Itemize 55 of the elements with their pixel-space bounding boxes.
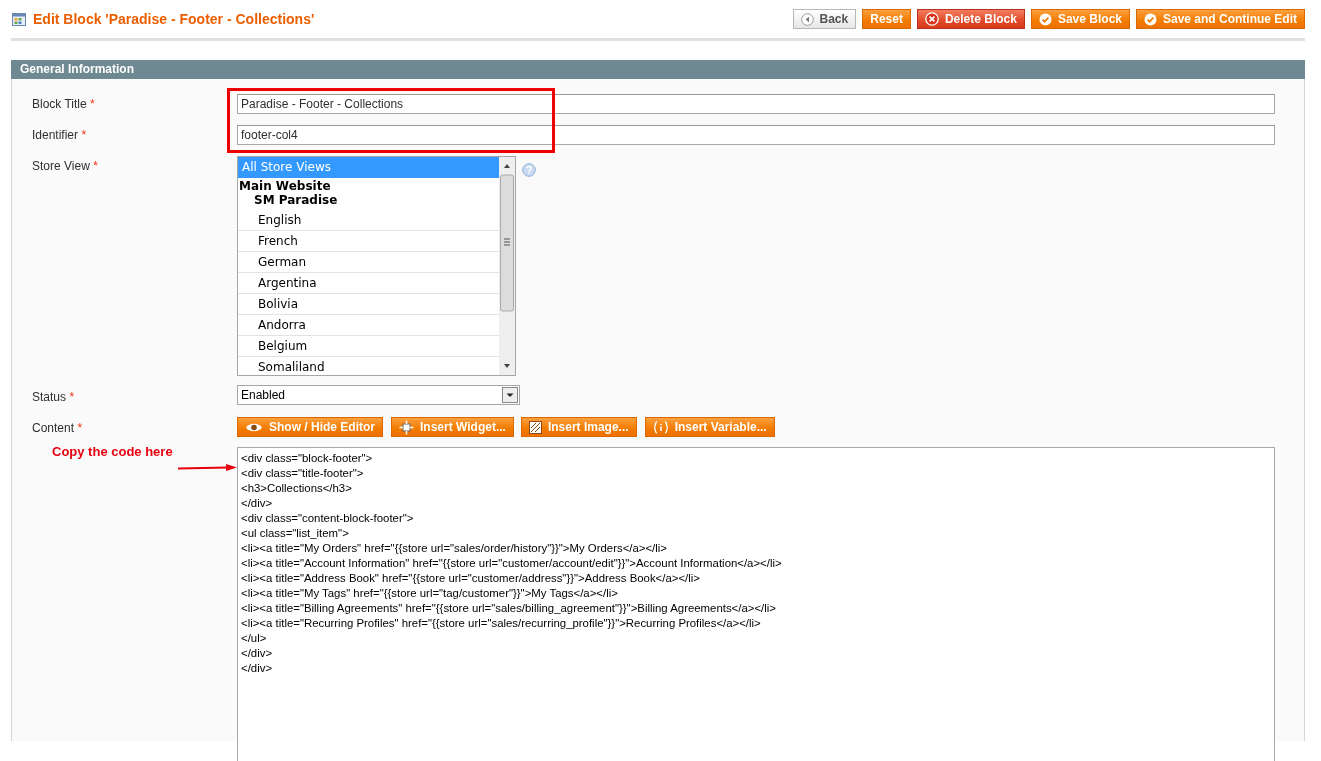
code-line: </div> [241,496,274,511]
store-view-option[interactable]: German [238,252,499,273]
code-line: <li><a title="Billing Agreements" href="{{store url="sales/billing_agreement"}}">Billing Agreements</a></li> [241,601,777,616]
store-view-list[interactable]: All Store Views Main Website SM Paradise English French German Argentina Bolivia Andorra Belgium Somaliland [237,156,516,376]
code-line: <li><a title="Address Book" href="{{store url="customer/address"}}">Address Book</a></li> [241,571,701,586]
website-group-label: Main Website [238,179,332,193]
code-line: <li><a title="Recurring Profiles" href="{{store url="sales/recurring_profile"}}">Recurring Profiles</a></li> [241,616,762,631]
code-line: <ul class="list_item"> [241,526,350,541]
delete-icon [924,12,939,26]
delete-button[interactable]: Delete Block [916,9,1025,29]
code-line: <div class="title-footer"> [241,466,365,481]
scrollbar[interactable] [499,157,515,375]
code-line: <div class="block-footer"> [241,451,374,466]
required-mark: * [77,421,83,435]
status-dropdown[interactable]: Enabled [237,385,520,405]
check-icon [1038,12,1052,26]
store-view-option[interactable]: Argentina [238,273,499,294]
store-view-option[interactable]: Bolivia [238,294,499,315]
code-line: <li><a title="My Tags" href="{{store url="tag/customer"}}">My Tags</a></li> [241,586,619,601]
eye-icon [245,421,263,433]
widget-icon [399,419,414,435]
store-view-option[interactable]: French [238,231,499,252]
store-group-label: SM Paradise [253,193,339,207]
page-title: Edit Block 'Paradise - Footer - Collections' [33,11,315,27]
text-field[interactable]: footer-col4 [237,125,1275,145]
required-mark: * [81,128,87,142]
annotation-note: Copy the code here [52,444,174,459]
store-view-option[interactable]: English [238,210,499,231]
grid-icon [12,12,26,26]
code-line: <li><a title="Account Information" href="{{store url="customer/account/edit"}}">Account Information</a></li> [241,556,783,571]
required-mark: * [69,390,75,404]
code-editor-field[interactable] [237,447,1275,761]
code-line: </div> [241,646,274,661]
section-header: General Information [11,60,1305,79]
field-label: Content [32,421,75,435]
field-label: Store View [32,159,90,173]
field-label: Block Title [32,97,87,111]
field-label: Status [32,390,67,404]
check-icon [1144,12,1157,26]
variable-icon [652,420,669,434]
code-line: <h3>Collections</h3> [241,481,353,496]
required-mark: * [93,159,98,173]
store-view-option[interactable]: Andorra [238,315,499,336]
image-icon [528,420,542,434]
text-field[interactable]: Paradise - Footer - Collections [237,94,1275,114]
required-mark: * [90,97,95,111]
code-line: </div> [241,661,274,676]
back-button[interactable]: Back [792,9,857,29]
code-line: <div class="content-block-footer"> [241,511,415,526]
annotation-arrow [178,464,238,472]
store-view-option[interactable]: Belgium [238,336,499,357]
code-line: </ul> [241,631,268,646]
help-icon[interactable] [522,163,536,177]
code-line: <li><a title="My Orders" href="{{store url="sales/order/history"}}">My Orders</a></li> [241,541,668,556]
field-label: Identifier [32,128,79,142]
